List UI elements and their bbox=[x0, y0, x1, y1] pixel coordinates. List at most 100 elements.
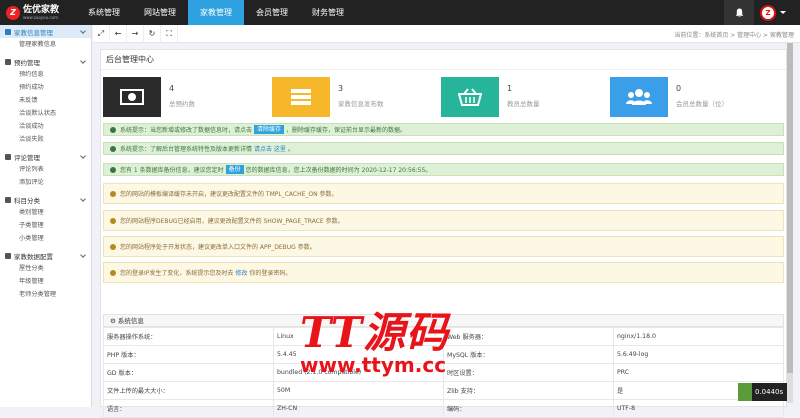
avatar: Z bbox=[760, 4, 776, 21]
stat-value: 4 bbox=[169, 84, 175, 93]
sidebar-item[interactable]: 子类管理 bbox=[0, 219, 91, 232]
warning-login-ip: 您的登录IP发生了变化，系统提示您及时去 修改 你的登录密码。 bbox=[103, 262, 784, 283]
arrow-left-icon: ← bbox=[114, 29, 122, 38]
gear-icon: ⚙ bbox=[110, 317, 118, 325]
sidebar-item[interactable]: 年级管理 bbox=[0, 275, 91, 288]
comment-icon bbox=[5, 153, 11, 160]
table-row: PHP 版本： 5.4.45 MySQL 版本： 5.6.49-log bbox=[103, 345, 784, 364]
warning-app-debug: 您的网站程序处于开发状态，建议更改单入口文件的 APP_DEBUG 参数。 bbox=[103, 236, 784, 257]
stat-card-teachers[interactable]: 1 教员总数量 bbox=[441, 77, 610, 117]
top-navbar: Z 佐优家教 www.zuoyou.com 系统管理 网站管理 家教管理 会员管… bbox=[0, 0, 800, 25]
brand-logo[interactable]: Z 佐优家教 www.zuoyou.com bbox=[0, 0, 80, 25]
alert-version: 系统提示：了解后台管理系统特性及版本更新详情 请点击 这里 。 bbox=[103, 142, 784, 155]
refresh-button[interactable]: ↻ bbox=[144, 24, 161, 43]
logo-mark-icon: Z bbox=[6, 5, 20, 20]
folder-icon bbox=[5, 28, 11, 35]
sidebar-section-comments[interactable]: 评论管理 bbox=[0, 150, 91, 163]
sidebar-section-label: 家教信息管理 bbox=[14, 28, 53, 37]
sidebar-item[interactable]: 小类管理 bbox=[0, 232, 91, 245]
stat-label: 家教信息发布数 bbox=[338, 100, 384, 108]
sidebar-item[interactable]: 老师分类管理 bbox=[0, 288, 91, 301]
sidebar-item[interactable]: 预约信息 bbox=[0, 68, 91, 81]
table-row: 语言： ZH-CN 编码： UTF-8 bbox=[103, 399, 784, 418]
warning-icon bbox=[110, 190, 116, 197]
system-info: ⚙ 系统信息 服务器操作系统： Linux Web 服务器： nginx/1.18.… bbox=[103, 314, 784, 418]
sidebar-item[interactable]: 洽谈成功 bbox=[0, 120, 91, 133]
stat-card-members[interactable]: 0 会员总数量（位） bbox=[610, 77, 779, 117]
sidebar-item[interactable]: 添加评论 bbox=[0, 176, 91, 189]
sidebar-section-booking[interactable]: 预约管理 bbox=[0, 55, 91, 68]
version-link[interactable]: 请点击 这里 bbox=[254, 144, 286, 153]
users-icon bbox=[610, 77, 668, 117]
forward-button[interactable]: → bbox=[127, 24, 144, 43]
sidebar-section-tutor-info[interactable]: 家教信息管理 bbox=[0, 25, 91, 38]
page-title: 后台管理中心 bbox=[101, 50, 786, 70]
system-info-title: ⚙ 系统信息 bbox=[103, 314, 784, 327]
sidebar-item[interactable]: 预约成功 bbox=[0, 81, 91, 94]
sidebar-item[interactable]: 未反馈 bbox=[0, 94, 91, 107]
toolbar: ⤢ ← → ↻ ⛶ 当前位置：系统首页 > 管理中心 > 家教管理 bbox=[93, 24, 800, 43]
warning-template-cache: 您的网站的模板编译缓存未开启，建议更改配置文件的 TMPL_CACHE_ON 参… bbox=[103, 183, 784, 204]
chevron-down-icon bbox=[780, 11, 786, 14]
stat-label: 总预约数 bbox=[169, 100, 195, 108]
sidebar-section-config[interactable]: 家教数据配置 bbox=[0, 249, 91, 262]
nav-system[interactable]: 系统管理 bbox=[76, 0, 132, 25]
money-icon bbox=[103, 77, 161, 117]
sidebar-item[interactable]: 评论列表 bbox=[0, 163, 91, 176]
stat-label: 会员总数量（位） bbox=[676, 100, 728, 108]
notification-button[interactable] bbox=[724, 0, 754, 25]
back-button[interactable]: ← bbox=[110, 24, 127, 43]
sidebar-item[interactable]: 类别管理 bbox=[0, 206, 91, 219]
alert-backup: 您有 1 条数据库备份信息，建议您定时 备份 您的数据库信息，您上次备份数据的时… bbox=[103, 163, 784, 176]
info-icon bbox=[110, 126, 116, 133]
stat-value: 1 bbox=[507, 84, 513, 93]
calendar-icon bbox=[5, 58, 11, 65]
scrollbar-thumb[interactable] bbox=[787, 43, 793, 373]
backup-button[interactable]: 备份 bbox=[225, 165, 244, 174]
system-info-table: 服务器操作系统： Linux Web 服务器： nginx/1.18.0 PHP 版… bbox=[103, 327, 784, 418]
table-row: 服务器操作系统： Linux Web 服务器： nginx/1.18.0 bbox=[103, 327, 784, 346]
sidebar: 家教信息管理 管理家教信息 预约管理 预约信息 预约成功 未反馈 洽谈默认状态 … bbox=[0, 25, 92, 407]
change-password-link[interactable]: 修改 bbox=[235, 268, 247, 277]
nav-finance[interactable]: 财务管理 bbox=[300, 0, 356, 25]
stat-card-tutor-posts[interactable]: 3 家教信息发布数 bbox=[272, 77, 441, 117]
list-icon bbox=[5, 196, 11, 203]
nav-website[interactable]: 网站管理 bbox=[132, 0, 188, 25]
sidebar-item[interactable]: 屋性分类 bbox=[0, 262, 91, 275]
sidebar-section-label: 家教数据配置 bbox=[14, 252, 53, 261]
stat-value: 0 bbox=[676, 84, 682, 93]
basket-icon bbox=[441, 77, 499, 117]
table-row: 文件上传的最大大小： 50M Zlib 支持：是 bbox=[103, 381, 784, 400]
main-nav: 系统管理 网站管理 家教管理 会员管理 财务管理 bbox=[76, 0, 356, 25]
info-icon bbox=[110, 166, 116, 173]
sidebar-section-label: 科目分类 bbox=[14, 196, 40, 205]
dashboard-panel: 后台管理中心 4 总预约数 3 家教信息发布数 1 教员总数量 0 会员总数量（… bbox=[100, 49, 787, 418]
brand-name: 佐优家教 bbox=[23, 4, 60, 15]
arrow-right-icon: → bbox=[131, 29, 139, 38]
warning-icon bbox=[110, 243, 116, 250]
info-icon bbox=[110, 145, 116, 152]
refresh-icon: ↻ bbox=[148, 29, 156, 38]
user-menu[interactable]: Z bbox=[760, 0, 800, 25]
breadcrumb: 当前位置：系统首页 > 管理中心 > 家教管理 bbox=[674, 32, 794, 39]
scrollbar[interactable] bbox=[787, 43, 793, 403]
logo-icon bbox=[738, 383, 752, 401]
clear-cache-button[interactable]: 清除缓存 bbox=[254, 125, 285, 134]
server-icon bbox=[272, 77, 330, 117]
load-timer-badge[interactable]: 0.0440s bbox=[738, 383, 787, 401]
sidebar-section-subjects[interactable]: 科目分类 bbox=[0, 193, 91, 206]
expand-icon: ⤢ bbox=[97, 28, 105, 38]
stat-value: 3 bbox=[338, 84, 344, 93]
warning-icon bbox=[110, 269, 116, 276]
sidebar-item[interactable]: 洽谈默认状态 bbox=[0, 107, 91, 120]
sidebar-item[interactable]: 管理家教信息 bbox=[0, 38, 91, 51]
expand-button[interactable]: ⤢ bbox=[93, 24, 110, 43]
sidebar-item[interactable]: 洽谈失败 bbox=[0, 133, 91, 146]
chevron-down-icon bbox=[80, 153, 86, 159]
stat-card-bookings[interactable]: 4 总预约数 bbox=[103, 77, 272, 117]
chevron-down-icon bbox=[80, 252, 86, 258]
fullscreen-button[interactable]: ⛶ bbox=[161, 24, 178, 43]
sidebar-section-label: 评论管理 bbox=[14, 153, 40, 162]
nav-tutor[interactable]: 家教管理 bbox=[188, 0, 244, 25]
nav-member[interactable]: 会员管理 bbox=[244, 0, 300, 25]
